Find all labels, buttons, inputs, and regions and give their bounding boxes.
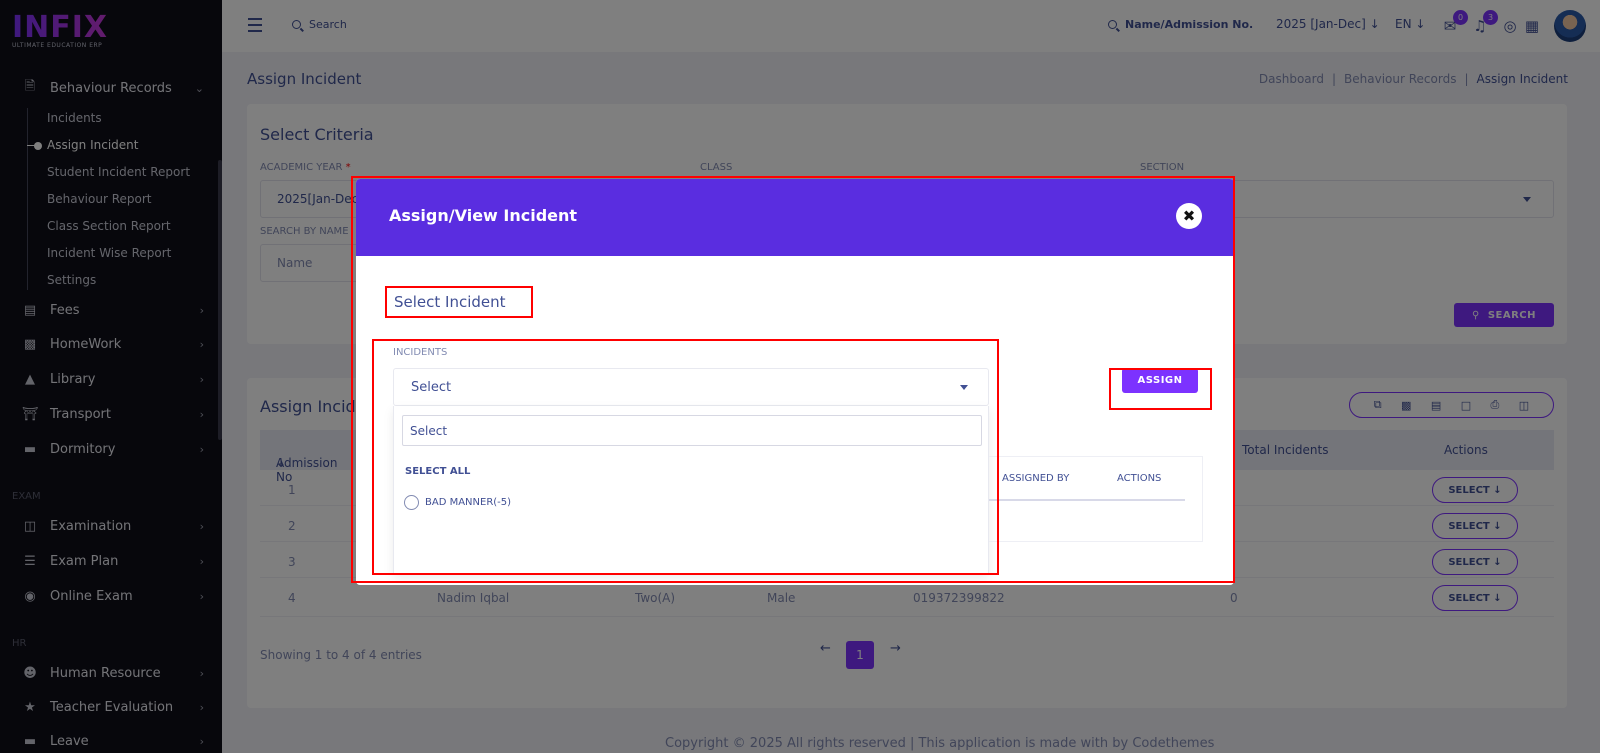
radio-button[interactable] [404, 495, 419, 510]
incidents-select[interactable]: Select [393, 368, 989, 406]
incidents-dropdown: Select SELECT ALL BAD MANNER(-5) [393, 406, 989, 574]
close-icon[interactable]: ✖ [1176, 203, 1202, 229]
incidents-label: INCIDENTS [393, 347, 448, 358]
modal-title: Assign/View Incident [389, 206, 578, 225]
modal-header: Assign/View Incident ✖ [356, 179, 1234, 256]
col-modal-actions: ACTIONS [1117, 473, 1162, 484]
caret-down-icon [960, 385, 968, 390]
table-header-divider [989, 499, 1185, 501]
dropdown-search-input[interactable]: Select [402, 415, 982, 446]
modal-subtitle: Select Incident [394, 293, 506, 311]
incident-option-label: BAD MANNER(-5) [425, 497, 512, 508]
incident-option[interactable]: BAD MANNER(-5) [404, 495, 511, 510]
assign-button[interactable]: ASSIGN [1122, 368, 1198, 393]
col-assigned-by: ASSIGNED BY [1002, 473, 1070, 484]
select-all-option[interactable]: SELECT ALL [405, 466, 470, 477]
dropdown-search-placeholder: Select [410, 423, 448, 438]
incidents-select-value: Select [411, 379, 452, 395]
assigned-incidents-table: ASSIGNED BY ACTIONS [989, 456, 1203, 542]
assign-incident-modal: Assign/View Incident ✖ Select Incident I… [356, 179, 1234, 585]
